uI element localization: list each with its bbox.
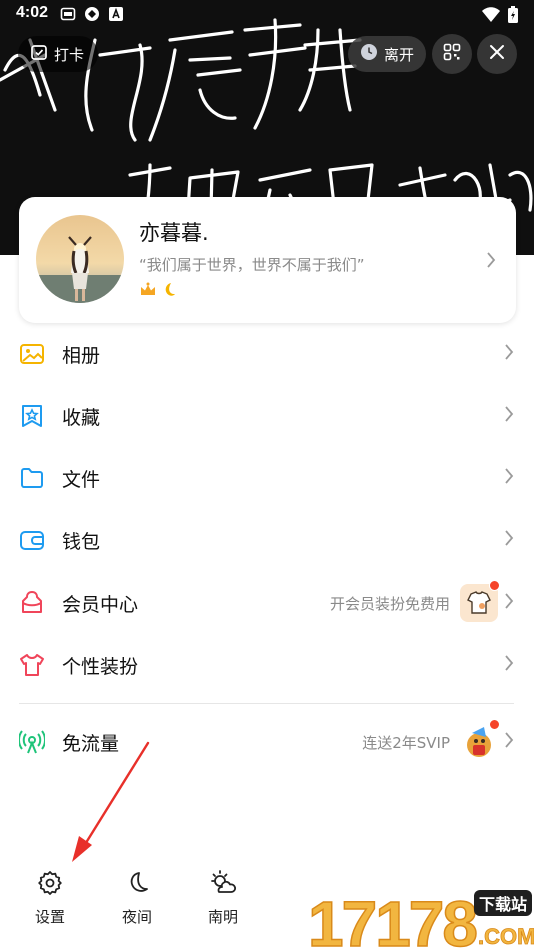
menu-item-label: 个性装扮 [62,655,139,678]
menu-item-favorites[interactable]: 收藏 [0,385,534,447]
close-icon [489,44,505,64]
check-in-label: 打卡 [54,45,85,64]
photo-album-icon [19,341,45,367]
vip-icon [19,590,45,616]
qr-code-button[interactable] [432,34,472,74]
watermark-logo: 17178 下载站 .COM [307,887,534,950]
menu-item-label: 相册 [62,344,101,367]
close-button[interactable] [477,34,517,74]
moon-icon [124,870,150,900]
free-data-promo-text: 连送2年SVIP [362,733,450,752]
settings-button[interactable]: 设置 [20,870,80,927]
chevron-right-icon [504,593,514,613]
night-mode-label: 夜间 [121,908,152,926]
chevron-right-icon [486,252,496,272]
svg-text:17178: 17178 [308,888,476,950]
leave-label: 离开 [384,45,415,64]
chevron-right-icon [504,468,514,488]
profile-signature: “我们属于世界，世界不属于我们” [139,256,365,274]
menu-item-album[interactable]: 相册 [0,323,534,385]
new-badge-dot [489,580,500,591]
menu-item-vip-center[interactable]: 会员中心 开会员装扮免费用 [0,572,534,634]
menu-item-files[interactable]: 文件 [0,447,534,509]
svg-text:.COM: .COM [478,924,534,949]
gallery-notification-icon [60,6,76,22]
chevron-right-icon [504,406,514,426]
free-data-icon [18,729,46,755]
menu-item-wallet[interactable]: 钱包 [0,509,534,571]
status-bar: 4:02 [0,0,534,28]
a-notification-icon [108,6,124,22]
gear-icon [37,870,63,900]
menu-item-free-data[interactable]: 免流量 连送2年SVIP [0,711,534,773]
favorites-icon [19,403,45,429]
divider [19,703,514,704]
menu-item-label: 会员中心 [62,593,139,616]
chevron-right-icon [504,344,514,364]
leave-status-button[interactable]: 离开 [348,36,427,72]
chevron-right-icon [504,530,514,550]
crown-badge-icon [139,281,157,303]
calendar-check-icon [30,43,48,65]
new-badge-dot [489,719,500,730]
profile-card[interactable]: 亦暮暮. “我们属于世界，世界不属于我们” [19,197,516,323]
screen: 4:02 打卡 离开 亦暮暮. “我们属于世界，世界不属于我们” 相册 收藏 文… [0,0,534,950]
weather-button[interactable]: 南明 [193,870,253,927]
weather-label: 南明 [207,908,238,926]
menu-item-label: 文件 [62,468,101,491]
menu-item-label: 钱包 [62,530,101,553]
avatar[interactable] [36,215,124,303]
check-in-button[interactable]: 打卡 [18,36,99,72]
night-mode-button[interactable]: 夜间 [107,870,167,927]
chevron-right-icon [504,732,514,752]
tshirt-icon [19,652,45,678]
wallet-icon [19,527,45,553]
menu-item-personal-dressup[interactable]: 个性装扮 [0,634,534,696]
menu-item-label: 免流量 [62,732,120,755]
profile-name: 亦暮暮. [139,221,209,245]
site-watermark: 17178 下载站 .COM [307,884,534,950]
settings-label: 设置 [34,908,65,926]
wifi-icon [482,7,500,26]
clock-icon [360,43,378,65]
status-time: 4:02 [16,4,49,21]
vip-promo-text: 开会员装扮免费用 [329,594,450,613]
partly-cloudy-icon [209,870,237,900]
chevron-right-icon [504,655,514,675]
battery-icon [508,6,518,27]
app-notification-icon [84,6,100,22]
svg-text:下载站: 下载站 [479,895,527,914]
qr-code-icon [443,43,461,65]
folder-icon [19,465,45,491]
menu-item-label: 收藏 [62,406,101,429]
moon-badge-icon [159,281,177,303]
